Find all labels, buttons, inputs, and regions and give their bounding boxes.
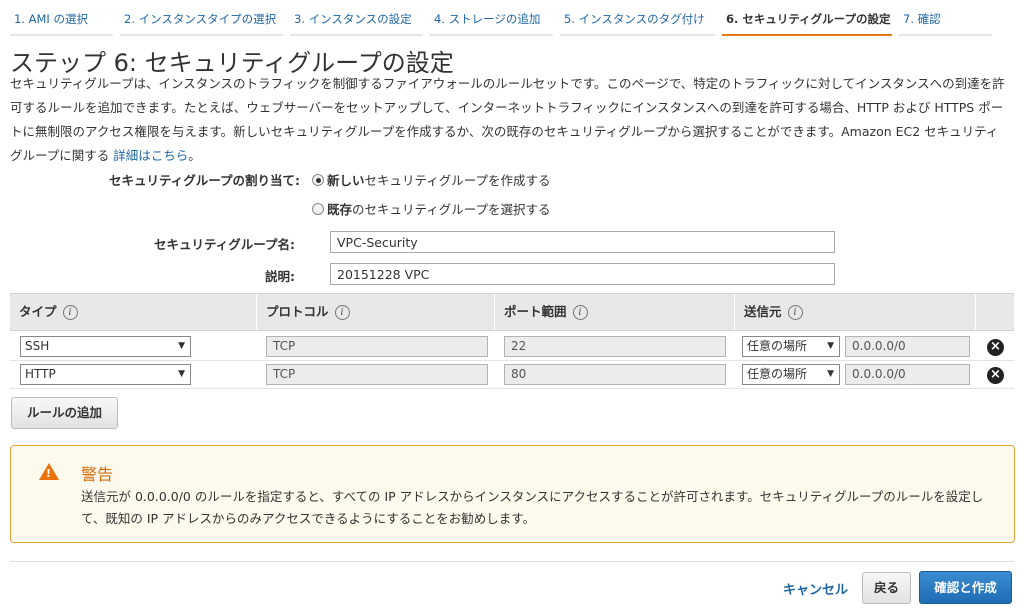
type-select[interactable]: HTTP ▼: [20, 364, 191, 385]
step-add-storage[interactable]: 4. ストレージの追加: [430, 0, 553, 36]
description-end: 。: [188, 148, 201, 163]
header-actions: [975, 294, 1014, 330]
chevron-down-icon: ▼: [178, 369, 185, 379]
port-range-field: 80: [504, 364, 726, 385]
group-desc-label: 説明:: [265, 269, 295, 284]
radio-new-bold: 新しい: [327, 173, 365, 188]
header-port-label: ポート範囲: [504, 304, 567, 319]
radio-new-group[interactable]: 新しい セキュリティグループを作成する: [312, 170, 551, 189]
rules-table-header: タイプ i プロトコル i ポート範囲 i 送信元 i: [10, 293, 1014, 331]
radio-existing-label: のセキュリティグループを選択する: [352, 202, 551, 217]
header-source: 送信元 i: [734, 294, 975, 330]
header-protocol-label: プロトコル: [266, 304, 329, 319]
warning-title: 警告: [81, 465, 114, 484]
source-select-value: 任意の場所: [747, 367, 808, 381]
cidr-field[interactable]: 0.0.0.0/0: [845, 336, 970, 357]
source-select[interactable]: 任意の場所 ▼: [742, 364, 840, 385]
type-select-value: SSH: [25, 339, 50, 353]
remove-rule-icon[interactable]: ×: [987, 339, 1004, 356]
step-configure-instance[interactable]: 3. インスタンスの設定: [290, 0, 423, 36]
table-row: HTTP ▼ TCP 80 任意の場所 ▼ 0.0.0.0/0 ×: [10, 361, 1014, 389]
source-select[interactable]: 任意の場所 ▼: [742, 336, 840, 357]
header-protocol: プロトコル i: [256, 294, 494, 330]
wizard-steps: 1. AMI の選択 2. インスタンスタイプの選択 3. インスタンスの設定 …: [10, 0, 1014, 36]
add-rule-button[interactable]: ルールの追加: [11, 397, 118, 429]
header-type: タイプ i: [10, 294, 256, 330]
step-ami[interactable]: 1. AMI の選択: [10, 0, 113, 36]
header-type-label: タイプ: [19, 304, 57, 319]
remove-rule-icon[interactable]: ×: [987, 367, 1004, 384]
header-source-label: 送信元: [744, 304, 782, 319]
group-name-input[interactable]: [330, 231, 835, 253]
step-security-group[interactable]: 6. セキュリティグループの設定: [722, 0, 892, 36]
header-port: ポート範囲 i: [494, 294, 734, 330]
cancel-link[interactable]: キャンセル: [783, 579, 848, 598]
step-tag-instance[interactable]: 5. インスタンスのタグ付け: [560, 0, 715, 36]
radio-new-label: セキュリティグループを作成する: [364, 173, 551, 188]
radio-existing-group[interactable]: 既存 のセキュリティグループを選択する: [312, 199, 551, 218]
review-and-launch-button[interactable]: 確認と作成: [919, 571, 1012, 604]
type-info-icon[interactable]: i: [62, 305, 78, 320]
chevron-down-icon: ▼: [827, 369, 834, 379]
cidr-field[interactable]: 0.0.0.0/0: [845, 364, 970, 385]
footer-divider: [10, 561, 1014, 562]
protocol-field: TCP: [266, 336, 488, 357]
radio-new-icon[interactable]: [312, 173, 324, 186]
type-select-value: HTTP: [25, 367, 56, 381]
learn-more-link[interactable]: 詳細はこちら: [113, 148, 188, 163]
radio-existing-bold: 既存: [327, 202, 353, 217]
warning-text: 送信元が 0.0.0.0/0 のルールを指定すると、すべての IP アドレスから…: [81, 489, 984, 526]
type-select[interactable]: SSH ▼: [20, 336, 191, 357]
step-review[interactable]: 7. 確認: [899, 0, 992, 36]
group-desc-input[interactable]: [330, 263, 835, 285]
protocol-info-icon[interactable]: i: [334, 305, 350, 320]
group-name-label: セキュリティグループ名:: [154, 237, 295, 252]
port-range-field: 22: [504, 336, 726, 357]
back-button[interactable]: 戻る: [862, 572, 911, 604]
source-select-value: 任意の場所: [747, 339, 808, 353]
radio-existing-icon[interactable]: [312, 202, 324, 215]
step-instance-type[interactable]: 2. インスタンスタイプの選択: [120, 0, 283, 36]
chevron-down-icon: ▼: [827, 341, 834, 351]
warning-panel: ! 警告 送信元が 0.0.0.0/0 のルールを指定すると、すべての IP ア…: [10, 445, 1015, 543]
source-info-icon[interactable]: i: [787, 305, 803, 320]
chevron-down-icon: ▼: [178, 341, 185, 351]
table-row: SSH ▼ TCP 22 任意の場所 ▼ 0.0.0.0/0 ×: [10, 333, 1014, 361]
warning-icon: !: [39, 463, 59, 480]
page-description: セキュリティグループは、インスタンスのトラフィックを制御するファイアウォールのル…: [10, 72, 1010, 168]
port-info-icon[interactable]: i: [572, 305, 588, 320]
assign-group-label: セキュリティグループの割り当て:: [109, 173, 300, 188]
protocol-field: TCP: [266, 364, 488, 385]
